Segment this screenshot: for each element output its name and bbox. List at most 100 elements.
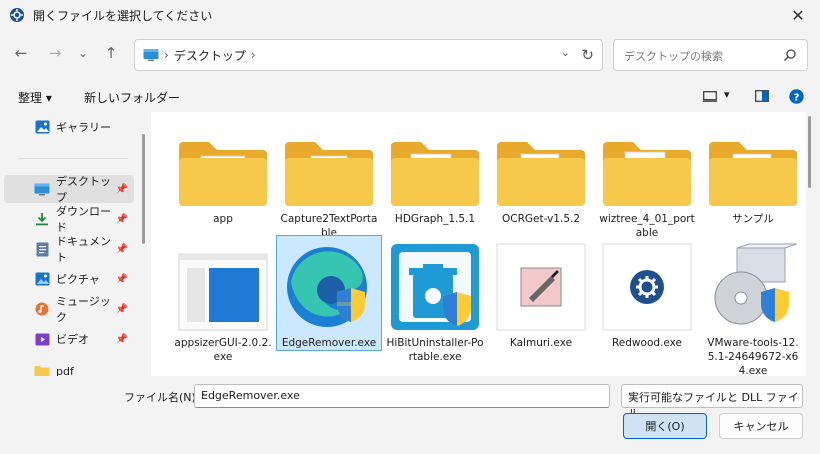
document-icon xyxy=(34,241,50,257)
file-name: Redwood.exe xyxy=(611,337,682,349)
content-scrollbar[interactable] xyxy=(808,116,811,188)
file-name: Kalmuri.exe xyxy=(509,337,573,349)
file-name: EdgeRemover.exe xyxy=(281,337,377,349)
pin-icon[interactable]: 📌 xyxy=(116,184,128,195)
chevron-down-icon[interactable]: ⌄ xyxy=(201,388,603,399)
file-item[interactable]: appsizerGUI-2.0.2.exe xyxy=(171,236,275,364)
cancel-button[interactable]: キャンセル xyxy=(719,413,803,439)
pin-icon[interactable]: 📌 xyxy=(116,214,128,225)
gallery-icon xyxy=(34,119,50,135)
file-item[interactable]: wiztree_4_01_portable xyxy=(595,112,699,240)
folder-icon xyxy=(383,112,487,208)
navigation-bar: ← → ⌄ ↑ › デスクトップ › ⌄ ↻ デスクトップの検索 xyxy=(0,34,820,74)
recent-locations-button[interactable]: ⌄ xyxy=(72,42,94,64)
breadcrumb-separator[interactable]: › xyxy=(251,48,256,62)
chevron-down-icon: ⌄ xyxy=(628,388,637,399)
installer-icon xyxy=(701,236,805,332)
pin-icon[interactable]: 📌 xyxy=(116,304,128,315)
view-button[interactable] xyxy=(703,91,717,105)
kalmuri-icon xyxy=(489,236,593,332)
search-input[interactable]: デスクトップの検索 xyxy=(624,48,723,64)
arrow-right-icon: → xyxy=(48,44,62,62)
open-button[interactable]: 開く(O) xyxy=(623,413,707,439)
sidebar-item-pictures[interactable]: ピクチャ 📌 xyxy=(4,265,134,293)
file-name: サンプル xyxy=(732,213,774,225)
file-item[interactable]: OCRGet-v1.5.2 xyxy=(489,112,593,226)
sidebar-scrollbar[interactable] xyxy=(142,134,145,244)
breadcrumb-separator: › xyxy=(164,48,169,62)
filename-label: ファイル名(N): xyxy=(124,391,200,404)
address-bar[interactable]: › デスクトップ › ⌄ ↻ xyxy=(134,39,603,71)
file-item[interactable]: Capture2TextPortable xyxy=(277,112,381,240)
new-folder-button[interactable]: 新しいフォルダー xyxy=(84,89,180,106)
download-icon xyxy=(34,211,50,227)
search-box[interactable]: デスクトップの検索 xyxy=(613,39,808,71)
file-item-selected[interactable]: EdgeRemover.exe xyxy=(276,235,382,351)
file-name: HiBitUninstaller-Portable.exe xyxy=(386,337,484,363)
pin-icon[interactable]: 📌 xyxy=(116,334,128,345)
title-bar: 開くファイルを選択してください ✕ xyxy=(0,0,820,30)
pin-icon[interactable]: 📌 xyxy=(116,244,128,255)
app-icon xyxy=(9,7,25,23)
file-item[interactable]: HiBitUninstaller-Portable.exe xyxy=(383,236,487,364)
file-name: VMware-tools-12.5.1-24649672-x64.exe xyxy=(707,337,799,376)
close-icon: ✕ xyxy=(791,5,805,25)
dialog-footer: ファイル名(N): EdgeRemover.exe ⌄ 実行可能なファイルと D… xyxy=(0,376,820,454)
desktop-icon xyxy=(34,181,50,197)
folder-icon xyxy=(171,112,275,208)
filename-input[interactable]: EdgeRemover.exe ⌄ xyxy=(194,384,610,408)
help-icon: ? xyxy=(789,89,804,104)
file-type-select[interactable]: 実行可能なファイルと DLL ファイル ⌄ xyxy=(621,384,803,420)
window-app-icon xyxy=(171,236,275,332)
sidebar-item-gallery[interactable]: ギャラリー xyxy=(4,113,134,141)
uninstaller-icon xyxy=(383,236,487,332)
sidebar-item-documents[interactable]: ドキュメント 📌 xyxy=(4,235,134,264)
preview-pane-icon xyxy=(755,90,769,102)
caret-down-icon: ▾ xyxy=(45,91,52,105)
pin-icon[interactable]: 📌 xyxy=(116,274,128,285)
back-button[interactable]: ← xyxy=(10,42,32,64)
up-button[interactable]: ↑ xyxy=(100,42,122,64)
sidebar-item-music[interactable]: ミュージック 📌 xyxy=(4,295,134,324)
file-name: OCRGet-v1.5.2 xyxy=(501,213,581,225)
file-item[interactable]: HDGraph_1.5.1 xyxy=(383,112,487,226)
sidebar-item-desktop[interactable]: デスクトップ 📌 xyxy=(4,175,134,204)
folder-icon xyxy=(489,112,593,208)
pictures-icon xyxy=(34,271,50,287)
help-button[interactable]: ? xyxy=(789,89,804,107)
folder-icon xyxy=(34,363,50,376)
sidebar-item-downloads[interactable]: ダウンロード 📌 xyxy=(4,205,134,234)
refresh-icon[interactable]: ↻ xyxy=(581,46,594,64)
navigation-pane: ギャラリー デスクトップ 📌 ダウンロード 📌 ドキュメント 📌 ピクチャ 📌 … xyxy=(0,110,146,376)
command-bar: 整理 ▾ 新しいフォルダー ▾ ? xyxy=(0,84,820,110)
desktop-icon xyxy=(143,48,159,62)
arrow-left-icon: ← xyxy=(14,44,28,62)
file-item[interactable]: VMware-tools-12.5.1-24649672-x64.exe xyxy=(701,236,805,376)
close-button[interactable]: ✕ xyxy=(776,0,820,30)
file-item[interactable]: app xyxy=(171,112,275,226)
organize-button[interactable]: 整理 ▾ xyxy=(18,89,52,106)
file-item[interactable]: Kalmuri.exe xyxy=(489,236,593,350)
forward-button[interactable]: → xyxy=(44,42,66,64)
sidebar-item-videos[interactable]: ビデオ 📌 xyxy=(4,325,134,353)
sidebar-item-pdf[interactable]: pdf xyxy=(4,357,134,376)
file-name: appsizerGUI-2.0.2.exe xyxy=(174,337,272,363)
file-item[interactable]: サンプル xyxy=(701,112,805,226)
redwood-gear-icon xyxy=(595,236,699,332)
sidebar-divider xyxy=(18,158,128,159)
file-name: app xyxy=(213,213,233,225)
file-item[interactable]: Redwood.exe xyxy=(595,236,699,350)
file-name: HDGraph_1.5.1 xyxy=(394,213,476,225)
folder-icon xyxy=(277,112,381,208)
file-list: app Capture2TextPortable HDGraph_1.5.1 O… xyxy=(151,112,806,376)
breadcrumb-desktop[interactable]: デスクトップ xyxy=(174,47,246,64)
view-dropdown-icon[interactable]: ▾ xyxy=(724,88,730,101)
preview-pane-button[interactable] xyxy=(755,90,769,105)
music-icon xyxy=(34,301,50,317)
svg-text:?: ? xyxy=(794,93,800,104)
folder-icon xyxy=(595,112,699,208)
folder-icon xyxy=(701,112,805,208)
search-icon xyxy=(783,47,797,66)
address-dropdown-icon[interactable]: ⌄ xyxy=(561,46,570,59)
window-title: 開くファイルを選択してください xyxy=(33,8,213,23)
